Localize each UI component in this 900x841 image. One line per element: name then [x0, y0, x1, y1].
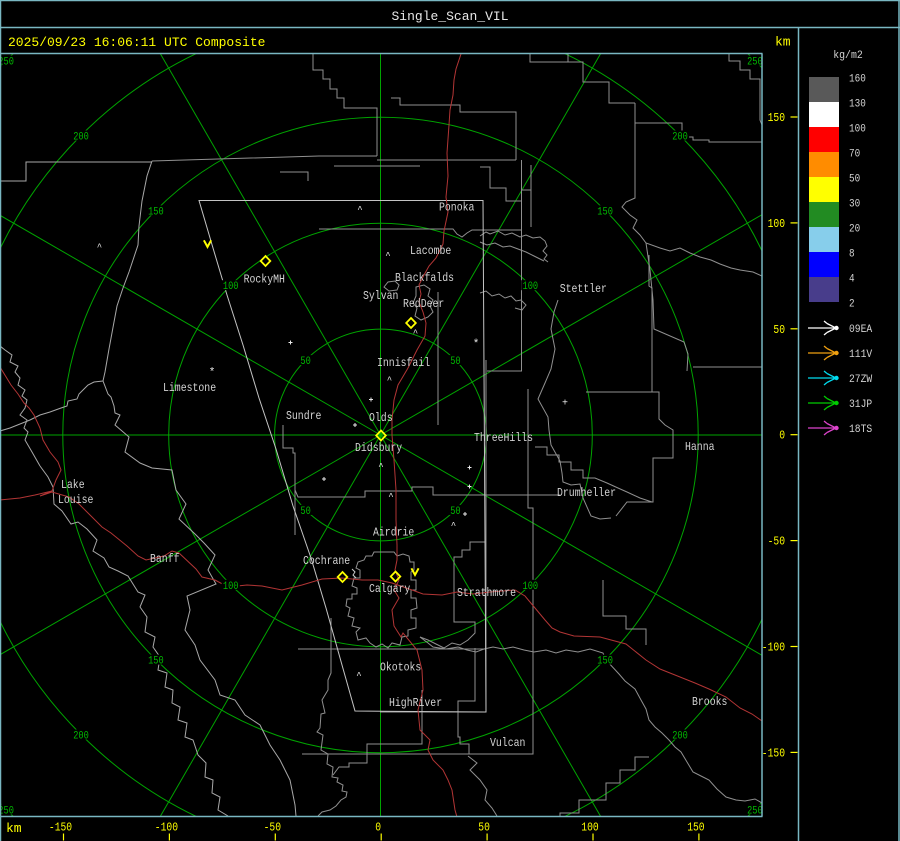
svg-text:Vulcan: Vulcan: [490, 736, 525, 750]
svg-text:150: 150: [148, 656, 164, 668]
svg-text:0: 0: [375, 821, 381, 835]
svg-text:130: 130: [849, 99, 866, 111]
svg-text:-150: -150: [49, 821, 72, 835]
svg-text:18TS: 18TS: [849, 424, 873, 436]
svg-text:Okotoks: Okotoks: [380, 661, 421, 675]
svg-text:09EA: 09EA: [849, 324, 873, 336]
svg-text:Cochrane: Cochrane: [303, 554, 350, 568]
svg-text:100: 100: [523, 281, 539, 293]
svg-text:111V: 111V: [849, 349, 873, 361]
svg-text:*: *: [473, 339, 480, 351]
svg-text:200: 200: [672, 731, 688, 743]
svg-text:-50: -50: [264, 821, 281, 835]
svg-text:Innisfail: Innisfail: [377, 356, 430, 370]
svg-text:50: 50: [478, 821, 490, 835]
svg-text:100: 100: [223, 281, 239, 293]
svg-text:50: 50: [773, 323, 785, 337]
svg-text:^: ^: [413, 329, 418, 339]
svg-text:150: 150: [768, 111, 785, 125]
svg-text:+: +: [562, 399, 568, 410]
svg-text:2025/09/23 16:06:11 UTC Compos: 2025/09/23 16:06:11 UTC Composite: [8, 35, 265, 50]
svg-text:^: ^: [388, 492, 393, 502]
svg-text:200: 200: [73, 132, 89, 144]
svg-text:Olds: Olds: [369, 411, 393, 425]
svg-text:^: ^: [357, 205, 362, 215]
svg-text:km: km: [6, 821, 22, 836]
svg-text:100: 100: [768, 217, 785, 231]
svg-text:50: 50: [450, 506, 460, 518]
svg-text:RockyMH: RockyMH: [244, 273, 285, 287]
svg-text:Sundre: Sundre: [286, 409, 321, 423]
svg-text:30: 30: [849, 199, 860, 211]
svg-text:Louise: Louise: [58, 493, 93, 507]
svg-text:200: 200: [73, 731, 89, 743]
svg-text:-50: -50: [768, 535, 785, 549]
svg-text:100: 100: [849, 124, 866, 136]
svg-text:Banff: Banff: [150, 552, 180, 566]
svg-text:100: 100: [581, 821, 598, 835]
svg-text:50: 50: [300, 356, 310, 368]
svg-text:250: 250: [0, 57, 14, 69]
svg-text:-150: -150: [762, 746, 785, 760]
svg-text:50: 50: [450, 356, 460, 368]
svg-text:250: 250: [747, 805, 763, 817]
svg-text:27ZW: 27ZW: [849, 374, 873, 386]
svg-text:0: 0: [779, 429, 785, 443]
svg-text:^: ^: [356, 671, 361, 681]
svg-text:50: 50: [300, 506, 310, 518]
svg-text:150: 150: [597, 206, 613, 218]
svg-text:^: ^: [378, 462, 383, 472]
svg-text:50: 50: [849, 174, 860, 186]
svg-text:160: 160: [849, 74, 866, 86]
svg-text:250: 250: [0, 805, 14, 817]
svg-text:31JP: 31JP: [849, 399, 873, 411]
svg-text:^: ^: [451, 521, 456, 531]
svg-text:Brooks: Brooks: [692, 695, 727, 709]
svg-text:km: km: [775, 35, 791, 50]
svg-text:100: 100: [223, 581, 239, 593]
svg-text:RedDeer: RedDeer: [403, 297, 444, 311]
svg-text:20: 20: [849, 224, 860, 236]
svg-text:150: 150: [597, 656, 613, 668]
svg-text:-100: -100: [762, 641, 785, 655]
svg-text:250: 250: [747, 57, 763, 69]
svg-text:Hanna: Hanna: [685, 440, 715, 454]
svg-text:Ponoka: Ponoka: [439, 201, 474, 215]
svg-text:^: ^: [387, 376, 392, 386]
svg-text:70: 70: [849, 149, 860, 161]
svg-text:^: ^: [97, 243, 102, 253]
svg-text:Stettler: Stettler: [560, 282, 607, 296]
svg-text:150: 150: [148, 206, 164, 218]
svg-text:150: 150: [687, 821, 704, 835]
svg-text:8: 8: [849, 249, 855, 261]
svg-text:200: 200: [672, 132, 688, 144]
svg-text:Blackfalds: Blackfalds: [395, 271, 454, 285]
svg-text:ThreeHills: ThreeHills: [474, 431, 533, 445]
svg-text:Airdrie: Airdrie: [373, 526, 414, 540]
svg-text:Lacombe: Lacombe: [410, 244, 451, 258]
svg-text:Sylvan: Sylvan: [363, 289, 398, 303]
svg-text:2: 2: [849, 299, 855, 311]
svg-text:Didsbury: Didsbury: [355, 441, 402, 455]
svg-text:Strathmore: Strathmore: [457, 586, 516, 600]
svg-text:Lake: Lake: [61, 478, 85, 492]
svg-text:Drumheller: Drumheller: [557, 486, 616, 500]
svg-text:-100: -100: [155, 821, 178, 835]
svg-text:Limestone: Limestone: [163, 381, 216, 395]
svg-text:kg/m2: kg/m2: [833, 50, 863, 62]
svg-text:Single_Scan_VIL: Single_Scan_VIL: [391, 9, 508, 24]
svg-text:4: 4: [849, 274, 855, 286]
svg-text:^: ^: [385, 251, 390, 261]
svg-text:100: 100: [523, 581, 539, 593]
svg-text:Calgary: Calgary: [369, 582, 410, 596]
svg-text:HighRiver: HighRiver: [389, 696, 442, 710]
svg-text:*: *: [209, 367, 216, 379]
